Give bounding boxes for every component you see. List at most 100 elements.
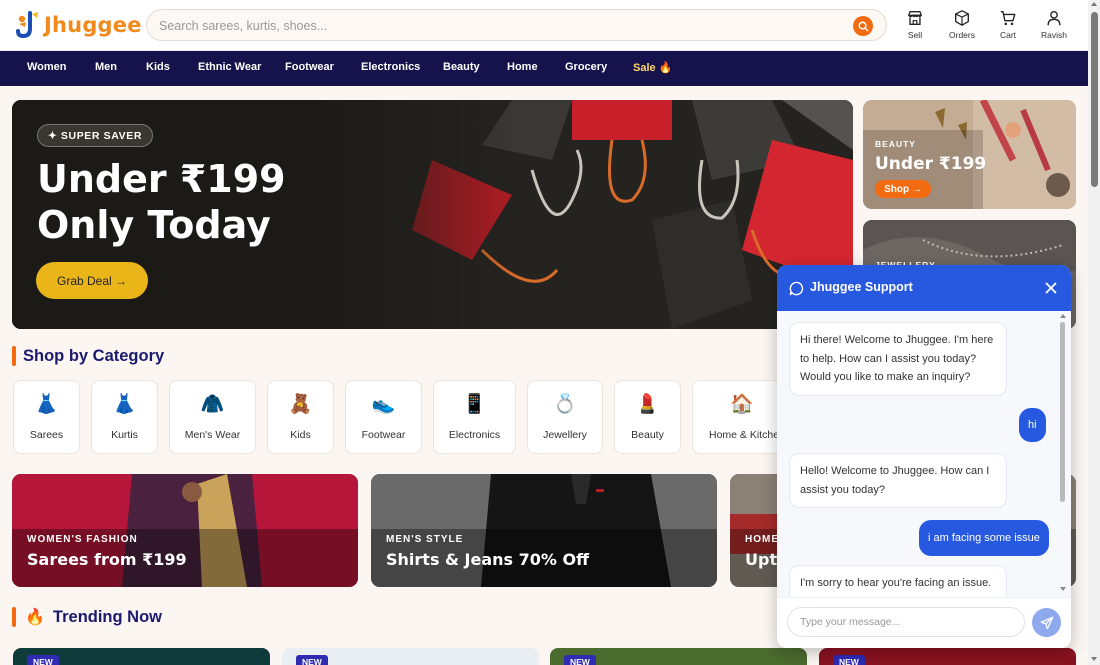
- category-label: Men's Wear: [184, 429, 241, 441]
- trending-heading: 🔥 Trending Now: [12, 607, 162, 627]
- chat-message-input[interactable]: [787, 607, 1025, 637]
- hero-title: Under ₹199 Only Today: [37, 156, 337, 248]
- nav-orders-label: Orders: [949, 30, 975, 40]
- section-title: Shop by Category: [23, 346, 165, 365]
- search-icon: [858, 21, 868, 31]
- cart-icon: [1000, 11, 1016, 26]
- close-icon[interactable]: [1043, 280, 1059, 296]
- chat-scroll-up-icon[interactable]: [1060, 314, 1066, 318]
- brand-logo[interactable]: Jhuggee: [16, 10, 142, 40]
- user-message: i am facing some issue: [919, 520, 1049, 556]
- bot-message: Hello! Welcome to Jhuggee. How can I ass…: [789, 453, 1007, 508]
- promo-heading: Sarees from ₹199: [27, 550, 187, 569]
- beauty-side-card[interactable]: BEAUTY Under ₹199 Shop →: [863, 100, 1076, 209]
- coat-icon: 🧥: [200, 394, 225, 415]
- nav-link-kids[interactable]: Kids: [146, 61, 170, 73]
- chat-bubble-icon: [789, 281, 804, 296]
- category-card-electronics[interactable]: 📱 Electronics: [433, 380, 516, 454]
- nav-link-grocery[interactable]: Grocery: [565, 61, 607, 73]
- category-label: Footwear: [361, 429, 406, 441]
- nav-cart-label: Cart: [999, 30, 1017, 40]
- lipstick-icon: 💄: [635, 394, 660, 415]
- phone-icon: 📱: [462, 394, 487, 415]
- send-button[interactable]: [1032, 608, 1061, 637]
- new-badge: NEW: [564, 655, 596, 665]
- nav-cart[interactable]: Cart: [986, 9, 1030, 40]
- bot-message: I'm sorry to hear you're facing an issue…: [789, 565, 1007, 597]
- promo-womens-fashion[interactable]: WOMEN'S FASHION Sarees from ₹199: [12, 474, 358, 587]
- nav-link-footwear[interactable]: Footwear: [285, 61, 334, 73]
- category-label: Electronics: [448, 429, 501, 441]
- chat-header: Jhuggee Support: [777, 265, 1071, 311]
- teddy-bear-icon: 🧸: [288, 394, 313, 415]
- category-label: Jewellery: [543, 429, 587, 441]
- promo-tag: WOMEN'S FASHION: [27, 534, 138, 545]
- category-card-footwear[interactable]: 👟 Footwear: [345, 380, 422, 454]
- category-card-jewellery[interactable]: 💍 Jewellery: [527, 380, 603, 454]
- chat-messages: Hi there! Welcome to Jhuggee. I'm here t…: [777, 311, 1071, 597]
- ring-icon: 💍: [553, 394, 577, 415]
- category-card-beauty[interactable]: 💄 Beauty: [614, 380, 681, 454]
- promo-mens-style[interactable]: MEN'S STYLE Shirts & Jeans 70% Off: [371, 474, 717, 587]
- mens-model-image: [371, 474, 717, 587]
- hero-title-line2: Only Today: [37, 203, 271, 247]
- brand-name: Jhuggee: [44, 13, 142, 37]
- grab-deal-button[interactable]: Grab Deal →: [36, 262, 148, 299]
- search-box: [146, 9, 887, 41]
- bot-message: Hi there! Welcome to Jhuggee. I'm here t…: [789, 322, 1007, 396]
- user-message: hi: [1019, 408, 1046, 442]
- chat-scroll-down-icon[interactable]: [1060, 587, 1066, 591]
- category-label: Kurtis: [111, 429, 138, 441]
- top-header: Jhuggee Sell Orders Ca: [0, 0, 1088, 51]
- category-card-mens-wear[interactable]: 🧥 Men's Wear: [169, 380, 256, 454]
- category-card-kids[interactable]: 🧸 Kids: [267, 380, 334, 454]
- nav-link-men[interactable]: Men: [95, 61, 117, 73]
- trending-card[interactable]: NEW: [13, 648, 270, 665]
- super-saver-badge: ✦ SUPER SAVER: [37, 124, 154, 147]
- section-accent-bar: [12, 346, 16, 366]
- nav-link-sale[interactable]: Sale 🔥: [633, 61, 672, 74]
- beauty-tag: BEAUTY: [875, 139, 916, 149]
- section-accent-bar: [12, 607, 16, 627]
- nav-sell-label: Sell: [907, 30, 923, 40]
- category-card-kurtis[interactable]: 👗 Kurtis: [91, 380, 158, 454]
- scroll-up-arrow-icon[interactable]: [1091, 2, 1097, 6]
- search-input[interactable]: [159, 16, 839, 36]
- kurti-icon: 👗: [112, 394, 137, 415]
- nav-sell[interactable]: Sell: [893, 9, 937, 40]
- support-chat-widget: Jhuggee Support Hi there! Welcome to Jhu…: [777, 265, 1071, 648]
- nav-link-women[interactable]: Women: [27, 61, 67, 73]
- category-label: Sarees: [29, 429, 64, 441]
- trending-card[interactable]: NEW: [282, 648, 539, 665]
- nav-account-label: Ravish: [1041, 30, 1067, 40]
- category-nav-bar: Women Men Kids Ethnic Wear Footwear Elec…: [0, 51, 1088, 86]
- promo-tag: HOME: [745, 534, 779, 545]
- promo-heading: Shirts & Jeans 70% Off: [386, 550, 590, 569]
- chat-scroll-thumb[interactable]: [1060, 322, 1065, 502]
- send-icon: [1040, 616, 1053, 629]
- saree-model-image: [12, 474, 358, 587]
- nav-orders[interactable]: Orders: [940, 9, 984, 40]
- beauty-shop-button[interactable]: Shop →: [875, 180, 931, 198]
- category-card-sarees[interactable]: 👗 Sarees: [13, 380, 80, 454]
- hero-title-line1: Under ₹199: [37, 157, 286, 201]
- logo-icon: [16, 10, 40, 40]
- nav-link-electronics[interactable]: Electronics: [361, 61, 420, 73]
- page-scroll-thumb[interactable]: [1091, 12, 1098, 187]
- house-icon: 🏠: [730, 394, 754, 415]
- trending-card[interactable]: NEW: [819, 648, 1076, 665]
- new-badge: NEW: [27, 655, 59, 665]
- trending-card[interactable]: NEW: [550, 648, 807, 665]
- scroll-down-arrow-icon[interactable]: [1091, 657, 1097, 661]
- promo-tag: MEN'S STYLE: [386, 534, 464, 545]
- nav-link-ethnic-wear[interactable]: Ethnic Wear: [198, 61, 261, 73]
- hero-banner[interactable]: ✦ SUPER SAVER Under ₹199 Only Today Grab…: [12, 100, 853, 329]
- nav-link-home[interactable]: Home: [507, 61, 538, 73]
- category-label: Kids: [290, 429, 311, 441]
- saree-icon: 👗: [34, 394, 59, 415]
- search-button[interactable]: [853, 16, 873, 36]
- chat-title: Jhuggee Support: [810, 280, 913, 294]
- category-label: Beauty: [631, 429, 664, 441]
- nav-link-beauty[interactable]: Beauty: [443, 61, 480, 73]
- nav-account[interactable]: Ravish: [1032, 9, 1076, 40]
